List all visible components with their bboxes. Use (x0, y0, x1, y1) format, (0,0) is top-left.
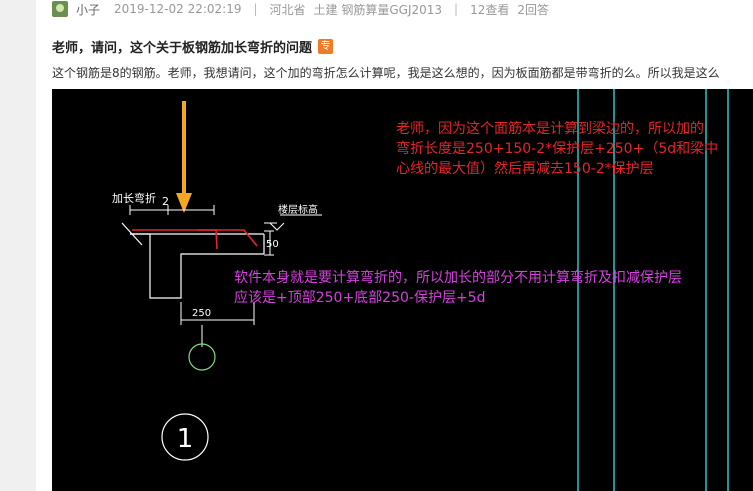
red-annotation: 老师，因为这个面筋本是计算到梁边的，所以加的 弯折长度是250+150-2*保护… (396, 119, 718, 179)
red-annotation-line: 心线的最大值）然后再减去150-2*保护层 (396, 161, 654, 177)
magenta-annotation-line: 应该是+顶部250+底部250-保护层+5d (234, 290, 486, 306)
question-title[interactable]: 老师，请问，这个关于板钢筋加长弯折的问题 专 (52, 37, 334, 56)
cad-drawing-image[interactable]: 加长弯折 2 楼层标高 50 250 1 老师，因为这个面筋本是计算到梁边的，所… (52, 89, 753, 491)
user-name[interactable]: 小子 (76, 1, 100, 18)
red-annotation-line: 弯折长度是250+150-2*保护层+250+（5d和梁中 (396, 141, 719, 157)
post-meta: 小子 2019-12-02 22:02:19 | 河北省 土建 钢筋算量GGJ2… (52, 1, 549, 17)
post-datetime: 2019-12-02 22:02:19 (114, 2, 242, 16)
magenta-annotation-line: 软件本身就是要计算弯折的，所以加长的部分不用计算弯折及扣减保护层 (234, 270, 682, 286)
red-annotation-line: 老师，因为这个面筋本是计算到梁边的，所以加的 (396, 121, 704, 137)
post-region: 河北省 (269, 2, 306, 17)
meta-separator: | (253, 2, 258, 16)
dim-250-label: 250 (192, 308, 211, 319)
meta-separator: | (454, 2, 459, 16)
rebar-line (132, 229, 258, 250)
axis-bubble (188, 343, 216, 371)
dim-50-label: 50 (266, 239, 279, 250)
user-avatar[interactable] (52, 1, 68, 17)
view-count: 12查看 (470, 2, 510, 17)
extension-label: 加长弯折 (112, 191, 156, 205)
answer-count: 2回答 (517, 2, 549, 17)
axis-number-label: 1 (177, 424, 194, 454)
magenta-annotation: 软件本身就是要计算弯折的，所以加长的部分不用计算弯折及扣减保护层 应该是+顶部2… (234, 268, 682, 308)
question-title-text[interactable]: 老师，请问，这个关于板钢筋加长弯折的问题 (52, 37, 312, 56)
floor-level-label: 楼层标高 (278, 203, 318, 216)
orange-arrow (176, 101, 192, 213)
question-description: 这个钢筋是8的钢筋。老师，我想请问，这个加的弯折怎么计算呢，我是这么想的，因为板… (52, 66, 720, 80)
post-category[interactable]: 土建 钢筋算量GGJ2013 (314, 1, 443, 18)
expert-badge: 专 (318, 39, 334, 54)
question-card: 小子 2019-12-02 22:02:19 | 河北省 土建 钢筋算量GGJ2… (36, 0, 753, 491)
two-mark-label: 2 (162, 195, 169, 208)
